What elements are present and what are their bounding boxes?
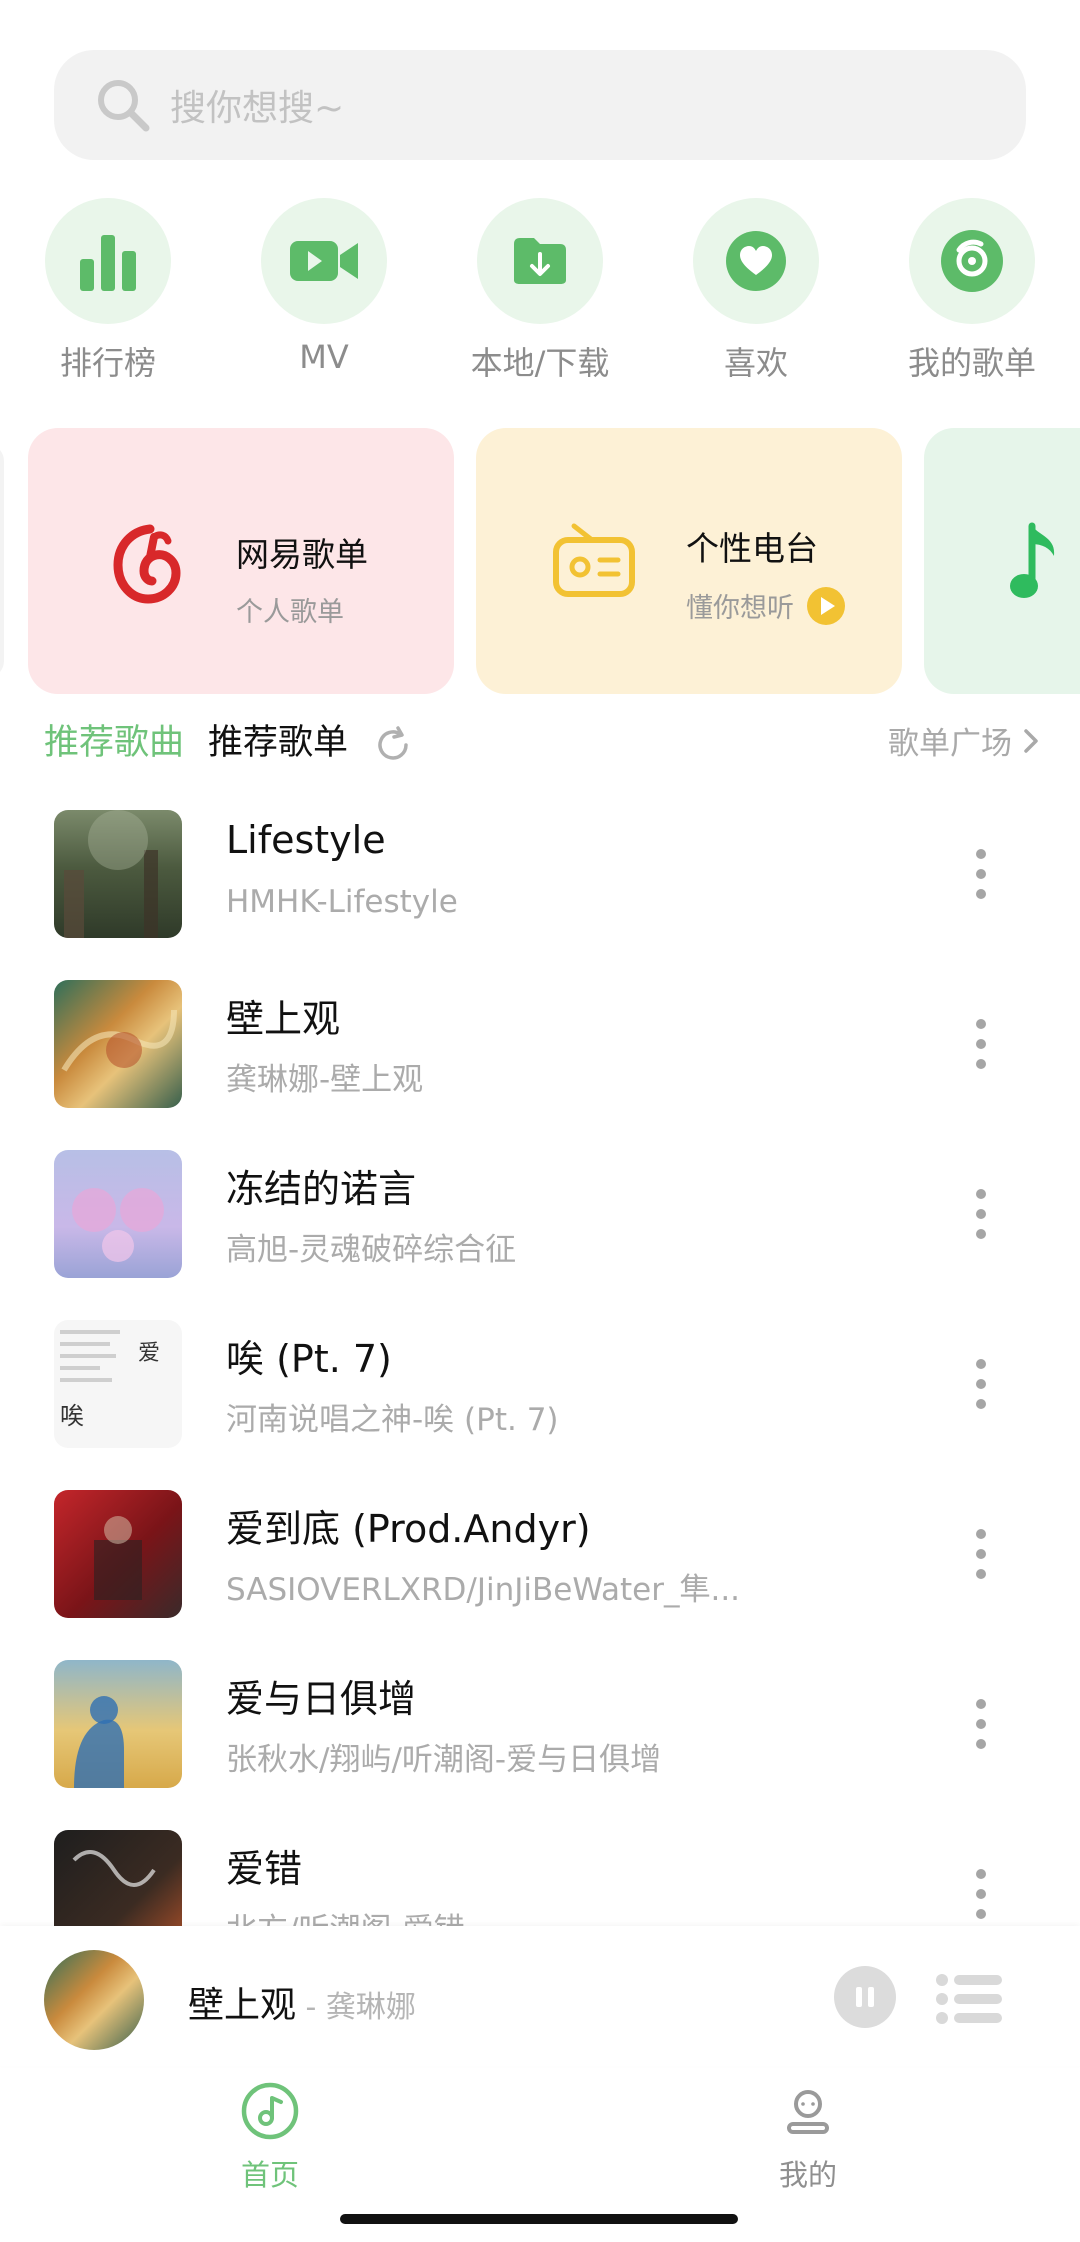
song-subtitle: 张秋水/翔屿/听潮阁-爱与日俱增: [226, 1742, 662, 1778]
album-cover: [54, 980, 182, 1108]
feature-cards: 网易歌单 个人歌单 个性电台 懂你想听: [0, 428, 1080, 694]
song-row[interactable]: 爱错 北方/听潮阁-爱错: [0, 1820, 1080, 1926]
play-circle-icon[interactable]: [806, 586, 846, 626]
song-subtitle: 龚琳娜-壁上观: [226, 1062, 424, 1098]
card-title: 网易歌单: [236, 535, 368, 574]
song-subtitle: 河南说唱之神-唉 (Pt. 7): [226, 1402, 559, 1438]
album-cover: [54, 810, 182, 938]
album-cover: 爱 唉: [54, 1320, 182, 1448]
now-playing-info: 壁上观 - 龚琳娜: [188, 1976, 416, 2028]
music-disc-icon: [241, 2082, 299, 2140]
card-title: 个性电台: [686, 529, 818, 568]
album-cover: [54, 1490, 182, 1618]
quick-label: 喜欢: [723, 344, 788, 382]
card-peek: [0, 444, 4, 678]
recommend-tabs: 推荐歌曲 推荐歌单 歌单广场: [0, 714, 1080, 774]
song-row[interactable]: 爱到底 (Prod.Andyr) SASIOVERLXRD/JinJiBeWat…: [0, 1480, 1080, 1650]
quick-ranking[interactable]: 排行榜: [8, 198, 208, 384]
more-options-icon[interactable]: [968, 844, 994, 904]
song-subtitle: 北方/听潮阁-爱错: [226, 1904, 465, 1926]
user-icon: [787, 2090, 829, 2134]
song-title: 壁上观: [226, 997, 341, 1041]
tab-recommended-playlists[interactable]: 推荐歌单: [208, 714, 348, 765]
song-title: 唉 (Pt. 7): [226, 1337, 392, 1381]
search-placeholder: 搜你想搜~: [170, 88, 345, 129]
song-row[interactable]: 壁上观 龚琳娜-壁上观: [0, 970, 1080, 1140]
now-playing-title: 壁上观: [188, 1985, 297, 2026]
quick-my-playlists[interactable]: 我的歌单: [872, 198, 1072, 384]
quick-label: 我的歌单: [907, 344, 1036, 382]
song-subtitle: 高旭-灵魂破碎综合征: [226, 1232, 517, 1268]
pause-icon: [856, 1987, 874, 2007]
quick-entries: 排行榜 MV 本地/下载 喜欢 我的歌单: [0, 198, 1080, 388]
nav-label: 首页: [240, 2158, 299, 2192]
song-title: 爱错: [226, 1847, 303, 1891]
tab-recommended-songs[interactable]: 推荐歌曲: [44, 714, 184, 765]
card-subtitle: 个人歌单: [236, 597, 344, 628]
search-bar[interactable]: 搜你想搜~: [54, 50, 1026, 160]
song-title: Lifestyle: [226, 818, 386, 862]
nav-home[interactable]: 首页: [170, 2082, 370, 2194]
pause-button[interactable]: [834, 1966, 896, 2028]
quick-label: MV: [299, 338, 349, 376]
song-row[interactable]: 爱 唉 唉 (Pt. 7) 河南说唱之神-唉 (Pt. 7): [0, 1310, 1080, 1480]
refresh-icon[interactable]: [372, 724, 414, 766]
radio-icon: [553, 523, 635, 597]
song-subtitle: SASIOVERLXRD/JinJiBeWater_隼...: [226, 1572, 741, 1608]
quick-label: 排行榜: [59, 344, 156, 382]
playlist-queue-icon[interactable]: [936, 1972, 1002, 2026]
netease-logo-icon: [113, 524, 181, 604]
nav-label: 我的: [778, 2158, 837, 2192]
song-title: 爱到底 (Prod.Andyr): [226, 1507, 591, 1551]
album-cover: [54, 1150, 182, 1278]
more-options-icon[interactable]: [968, 1694, 994, 1754]
more-options-icon[interactable]: [968, 1014, 994, 1074]
chevron-right-icon: [1024, 728, 1038, 753]
quick-mv[interactable]: MV: [224, 198, 424, 376]
svg-text:爱: 爱: [138, 1341, 160, 1366]
quick-label: 本地/下载: [470, 344, 610, 382]
song-row[interactable]: 冻结的诺言 高旭-灵魂破碎综合征: [0, 1140, 1080, 1310]
video-icon: [290, 241, 358, 281]
more-options-icon[interactable]: [968, 1864, 994, 1924]
song-row[interactable]: 爱与日俱增 张秋水/翔屿/听潮阁-爱与日俱增: [0, 1650, 1080, 1820]
music-note-icon: [1010, 522, 1055, 598]
download-folder-icon: [514, 238, 566, 284]
plaza-label: 歌单广场: [888, 726, 1012, 762]
song-list: Lifestyle HMHK-Lifestyle 壁上观 龚琳娜-壁上观 冻结的…: [0, 800, 1080, 1926]
song-title: 爱与日俱增: [226, 1677, 417, 1721]
playlist-plaza-link[interactable]: 歌单广场: [888, 718, 1040, 763]
album-cover: [54, 1830, 182, 1926]
netease-playlist-card[interactable]: 网易歌单 个人歌单: [28, 428, 454, 694]
music-card-partial[interactable]: [924, 428, 1080, 694]
song-subtitle: HMHK-Lifestyle: [226, 884, 458, 920]
search-icon: [98, 80, 150, 132]
more-options-icon[interactable]: [968, 1184, 994, 1244]
nav-mine[interactable]: 我的: [708, 2082, 908, 2194]
home-indicator: [340, 2214, 738, 2224]
bar-chart-icon: [80, 235, 136, 291]
album-cover: [54, 1660, 182, 1788]
now-playing-bar[interactable]: 壁上观 - 龚琳娜: [0, 1926, 1080, 2066]
quick-favorite[interactable]: 喜欢: [656, 198, 856, 384]
now-playing-artist: - 龚琳娜: [296, 1990, 416, 2025]
more-options-icon[interactable]: [968, 1354, 994, 1414]
svg-text:唉: 唉: [60, 1402, 84, 1430]
song-title: 冻结的诺言: [226, 1167, 417, 1211]
more-options-icon[interactable]: [968, 1524, 994, 1584]
disc-icon: [941, 230, 1003, 292]
personal-radio-card[interactable]: 个性电台 懂你想听: [476, 428, 902, 694]
quick-local-download[interactable]: 本地/下载: [440, 198, 640, 384]
heart-icon: [726, 231, 786, 291]
now-playing-cover[interactable]: [44, 1950, 144, 2050]
card-subtitle: 懂你想听: [686, 593, 794, 624]
song-row[interactable]: Lifestyle HMHK-Lifestyle: [0, 800, 1080, 970]
